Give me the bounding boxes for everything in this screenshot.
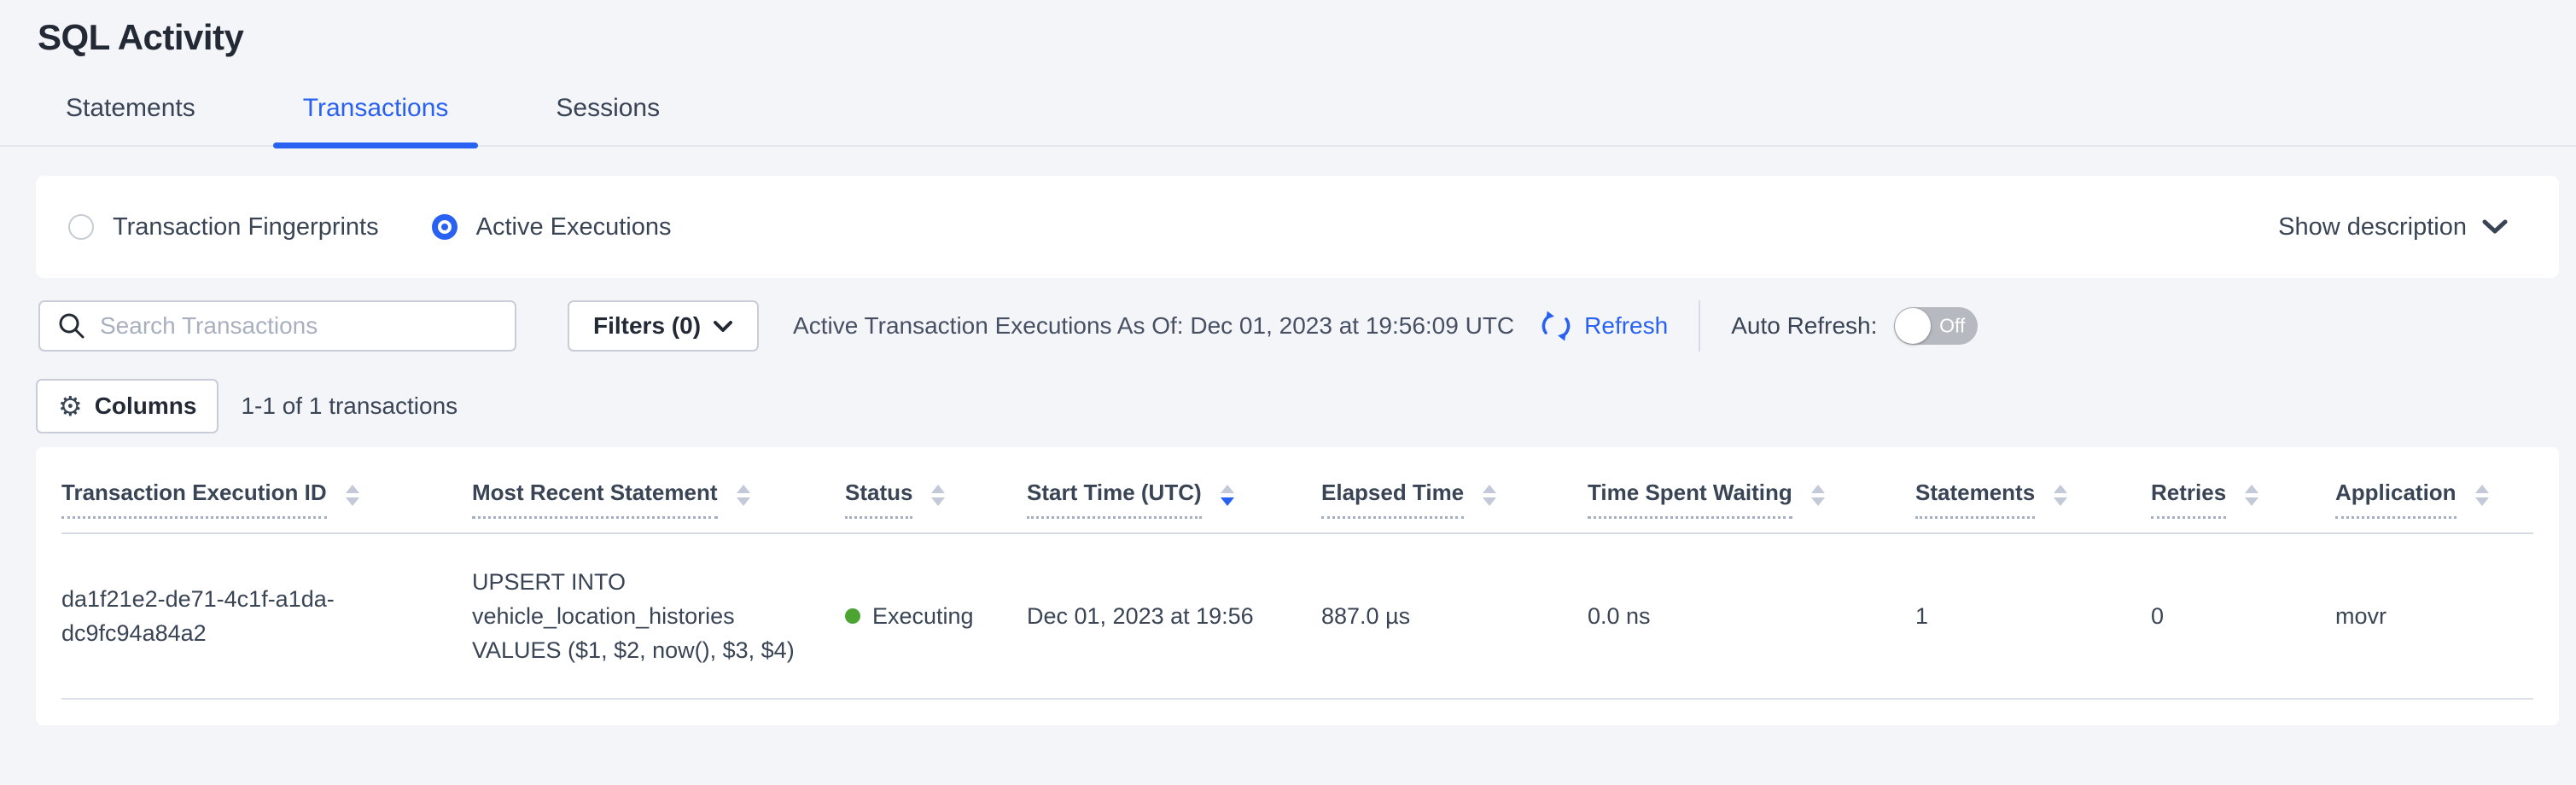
sort-icon [931,485,945,506]
table-header-row: Transaction Execution ID Most Recent Sta… [61,468,2533,533]
radio-unselected-icon [68,214,94,240]
sort-icon-active-desc [1221,485,1234,506]
filters-label: Filters (0) [593,312,701,340]
cell-application: movr [2335,533,2533,699]
sort-icon [737,485,750,506]
sort-icon [346,485,359,506]
cell-retries: 0 [2151,533,2335,699]
radio-selected-icon [432,214,458,240]
tab-transactions[interactable]: Transactions [273,94,479,145]
search-box [38,300,516,352]
radio-active-executions[interactable]: Active Executions [432,213,672,241]
status-label: Executing [872,599,974,633]
column-label: Most Recent Statement [472,480,718,519]
column-label: Retries [2151,480,2226,519]
column-header-retries[interactable]: Retries [2151,468,2335,533]
column-header-elapsed-time[interactable]: Elapsed Time [1321,468,1588,533]
sort-icon [2475,485,2489,506]
column-header-time-spent-waiting[interactable]: Time Spent Waiting [1588,468,1915,533]
column-header-status[interactable]: Status [845,468,1027,533]
transactions-table-card: Transaction Execution ID Most Recent Sta… [36,447,2559,725]
search-icon [57,311,86,340]
sort-icon [2245,485,2258,506]
column-label: Transaction Execution ID [61,480,327,519]
radio-label: Active Executions [476,213,672,241]
gear-icon: ⚙ [58,392,83,420]
transactions-table: Transaction Execution ID Most Recent Sta… [61,468,2533,700]
tab-statements[interactable]: Statements [36,94,225,145]
cell-time-spent-waiting: 0.0 ns [1588,533,1915,699]
column-header-statements[interactable]: Statements [1915,468,2151,533]
cell-statements: 1 [1915,533,2151,699]
table-controls: ⚙ Columns 1-1 of 1 transactions [36,379,2559,433]
cell-elapsed-time: 887.0 µs [1321,533,1588,699]
result-count: 1-1 of 1 transactions [241,392,458,420]
tab-sessions[interactable]: Sessions [526,94,690,145]
page-title: SQL Activity [38,17,2576,58]
sort-icon [1811,485,1825,506]
column-header-transaction-execution-id[interactable]: Transaction Execution ID [61,468,472,533]
column-label: Elapsed Time [1321,480,1464,519]
cell-most-recent-statement: UPSERT INTO vehicle_location_histories V… [472,533,845,699]
column-header-application[interactable]: Application [2335,468,2533,533]
toggle-state-label: Off [1939,315,1965,338]
show-description-label: Show description [2278,213,2467,241]
toggle-knob [1895,308,1931,344]
columns-label: Columns [95,392,197,420]
search-input[interactable] [100,312,498,340]
column-label: Application [2335,480,2457,519]
refresh-button[interactable]: Refresh [1538,308,1668,344]
radio-label: Transaction Fingerprints [113,213,379,241]
radio-transaction-fingerprints[interactable]: Transaction Fingerprints [68,213,379,241]
as-of-timestamp: Active Transaction Executions As Of: Dec… [793,312,1514,340]
table-row: da1f21e2-de71-4c1f-a1da-dc9fc94a84a2 UPS… [61,533,2533,699]
sort-icon [2054,485,2067,506]
column-label: Statements [1915,480,2035,519]
filters-button[interactable]: Filters (0) [568,300,759,352]
column-label: Status [845,480,912,519]
columns-button[interactable]: ⚙ Columns [36,379,219,433]
column-label: Start Time (UTC) [1027,480,1202,519]
chevron-down-icon [2482,219,2508,235]
column-header-most-recent-statement[interactable]: Most Recent Statement [472,468,845,533]
toolbar: Filters (0) Active Transaction Execution… [38,300,2559,352]
column-label: Time Spent Waiting [1588,480,1792,519]
column-header-start-time[interactable]: Start Time (UTC) [1027,468,1321,533]
auto-refresh-toggle[interactable]: Off [1894,307,1978,345]
divider [1699,300,1700,352]
cell-status: Executing [845,533,1027,699]
show-description-toggle[interactable]: Show description [2278,213,2508,241]
refresh-label: Refresh [1584,312,1668,340]
refresh-icon [1538,308,1574,344]
view-mode-card: Transaction Fingerprints Active Executio… [36,176,2559,278]
cell-start-time: Dec 01, 2023 at 19:56 [1027,533,1321,699]
sql-activity-tabs: Statements Transactions Sessions [0,94,2576,147]
auto-refresh-label: Auto Refresh: [1731,312,1877,340]
chevron-down-icon [713,320,733,333]
sort-icon [1483,485,1496,506]
cell-transaction-execution-id[interactable]: da1f21e2-de71-4c1f-a1da-dc9fc94a84a2 [61,533,472,699]
status-executing-dot-icon [845,608,860,624]
